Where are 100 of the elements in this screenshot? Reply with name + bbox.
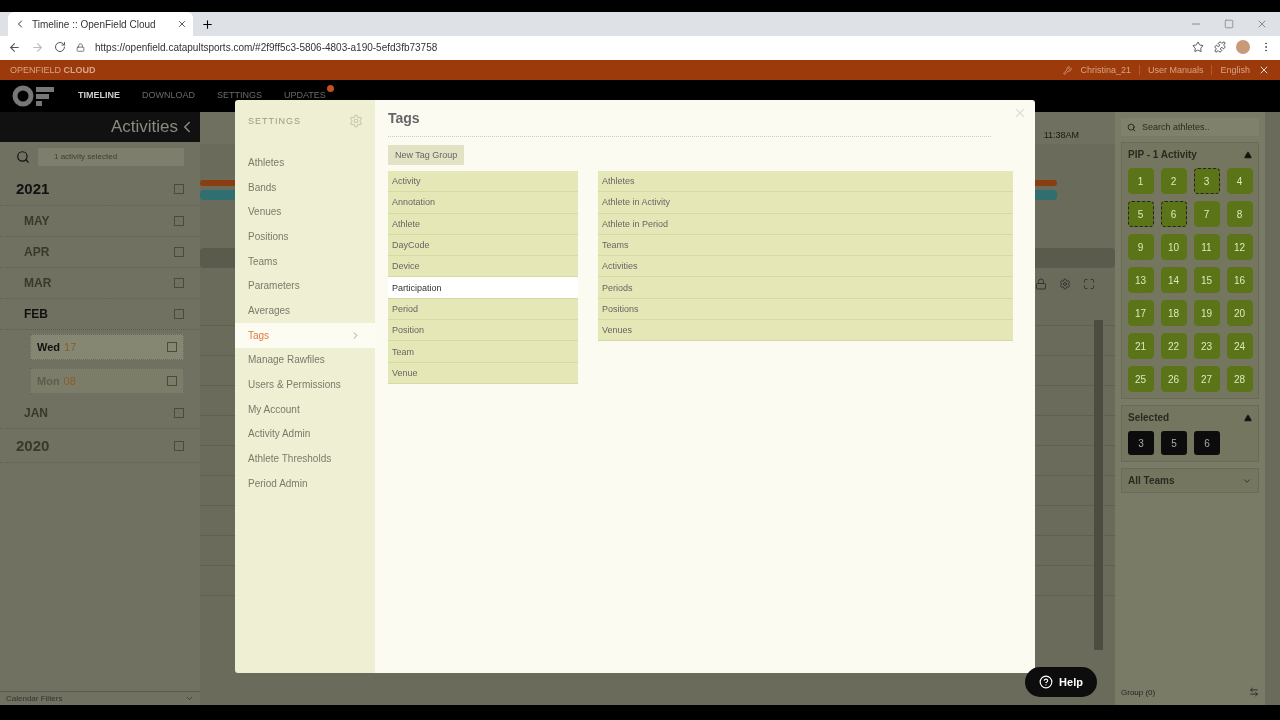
checkbox[interactable] (167, 342, 177, 352)
manuals-link[interactable]: User Manuals (1138, 65, 1212, 75)
language-link[interactable]: English (1211, 65, 1258, 75)
athlete-tile[interactable]: 5 (1127, 201, 1154, 227)
menu-item[interactable]: Users & Permissions (235, 372, 375, 397)
athlete-tile[interactable]: 3 (1193, 168, 1220, 194)
athlete-tile[interactable]: 16 (1226, 267, 1253, 293)
year-label[interactable]: 2021 (16, 180, 50, 197)
menu-item[interactable]: Positions (235, 224, 375, 249)
caret-icon[interactable] (185, 694, 194, 703)
athlete-tile[interactable]: 7 (1193, 201, 1220, 227)
tag-group-item[interactable]: Activity (388, 171, 578, 193)
close-icon[interactable] (1258, 64, 1270, 76)
collapse-icon[interactable] (1244, 413, 1252, 422)
tag-target-item[interactable]: Positions (598, 298, 1013, 321)
checkbox[interactable] (174, 309, 184, 319)
reload-icon[interactable] (54, 41, 66, 53)
expand-icon[interactable] (1083, 278, 1095, 290)
nav-tab[interactable]: DOWNLOAD (142, 85, 203, 101)
collapse-icon[interactable] (1244, 150, 1252, 159)
athlete-tile[interactable]: 25 (1127, 366, 1154, 392)
athlete-tile[interactable]: 2 (1160, 168, 1187, 194)
tag-group-item[interactable]: Period (388, 298, 578, 321)
athlete-tile[interactable]: 21 (1127, 333, 1154, 359)
settings-icon[interactable] (1059, 278, 1071, 290)
tag-group-item[interactable]: Annotation (388, 192, 578, 214)
menu-item[interactable]: Athlete Thresholds (235, 446, 375, 471)
athlete-chip[interactable]: 6 (1194, 431, 1220, 455)
athlete-tile[interactable]: 4 (1226, 168, 1253, 194)
athlete-tile[interactable]: 17 (1127, 300, 1154, 326)
athlete-tile[interactable]: 23 (1193, 333, 1220, 359)
athlete-tile[interactable]: 13 (1127, 267, 1154, 293)
menu-item[interactable]: Tags (235, 322, 375, 348)
menu-item[interactable]: My Account (235, 396, 375, 422)
tag-target-item[interactable]: Periods (598, 277, 1013, 299)
athlete-chip[interactable]: 3 (1128, 431, 1154, 455)
tag-target-item[interactable]: Teams (598, 234, 1013, 257)
tag-group-item[interactable]: Position (388, 320, 578, 342)
athlete-tile[interactable]: 19 (1193, 300, 1220, 326)
browser-tab[interactable]: Timeline :: OpenField Cloud (8, 12, 193, 36)
athlete-tile[interactable]: 27 (1193, 366, 1220, 392)
new-tab-icon[interactable] (201, 18, 214, 31)
new-tag-group-button[interactable]: New Tag Group (388, 145, 465, 165)
athlete-chip[interactable]: 5 (1161, 431, 1187, 455)
menu-item[interactable]: Period Admin (235, 470, 375, 496)
section-header[interactable]: Selected (1128, 412, 1252, 423)
athlete-tile[interactable]: 10 (1160, 234, 1187, 260)
star-icon[interactable] (1192, 41, 1204, 53)
lock-icon[interactable] (1035, 278, 1047, 290)
search-icon[interactable] (1127, 122, 1136, 132)
menu-item[interactable]: Bands (235, 174, 375, 200)
swap-icon[interactable] (1249, 687, 1259, 697)
athlete-tile[interactable]: 24 (1226, 333, 1253, 359)
nav-tab[interactable]: TIMELINE (78, 85, 128, 101)
tag-target-item[interactable]: Activities (598, 256, 1013, 278)
athlete-tile[interactable]: 11 (1193, 234, 1220, 260)
checkbox[interactable] (174, 183, 184, 194)
athlete-tile[interactable]: 18 (1160, 300, 1187, 326)
maximize-icon[interactable] (1224, 19, 1234, 29)
menu-item[interactable]: Averages (235, 298, 375, 323)
athlete-tile[interactable]: 1 (1127, 168, 1154, 194)
search-icon[interactable] (16, 150, 30, 164)
close-icon[interactable] (177, 19, 187, 29)
athlete-tile[interactable]: 20 (1226, 300, 1253, 326)
day-item[interactable]: Wed 17 (30, 334, 184, 360)
tag-target-item[interactable]: Athletes (598, 171, 1013, 193)
tag-target-item[interactable]: Venues (598, 320, 1013, 342)
athlete-tile[interactable]: 26 (1160, 366, 1187, 392)
menu-item[interactable]: Manage Rawfiles (235, 347, 375, 373)
month-label[interactable]: FEB (24, 307, 48, 321)
back-icon[interactable] (8, 40, 21, 54)
nav-tab[interactable]: UPDATES (284, 85, 334, 101)
athlete-tile[interactable]: 22 (1160, 333, 1187, 359)
athlete-tile[interactable]: 9 (1127, 234, 1154, 260)
tag-group-item[interactable]: Venue (388, 362, 578, 384)
athlete-tile[interactable]: 6 (1160, 201, 1187, 227)
forward-icon[interactable] (31, 40, 44, 54)
athlete-tile[interactable]: 14 (1160, 267, 1187, 293)
tag-group-item[interactable]: DayCode (388, 234, 578, 257)
athlete-tile[interactable]: 15 (1193, 267, 1220, 293)
menu-item[interactable]: Activity Admin (235, 421, 375, 447)
athlete-tile[interactable]: 8 (1226, 201, 1253, 227)
avatar-icon[interactable] (1236, 40, 1250, 54)
tag-group-item[interactable]: Athlete (388, 213, 578, 235)
menu-item[interactable]: Parameters (235, 273, 375, 299)
help-button[interactable]: Help (1025, 667, 1097, 697)
nav-tab[interactable]: SETTINGS (217, 85, 271, 101)
tag-group-item[interactable]: Team (388, 341, 578, 363)
menu-item[interactable]: Athletes (235, 150, 375, 175)
menu-item[interactable]: Venues (235, 199, 375, 225)
extensions-icon[interactable] (1214, 41, 1226, 53)
menu-item[interactable]: Teams (235, 248, 375, 274)
section-header[interactable]: PIP - 1 Activity (1128, 149, 1252, 160)
user-link[interactable]: Christina_21 (1072, 65, 1139, 75)
scrollbar[interactable] (1265, 112, 1280, 705)
athlete-tile[interactable]: 12 (1226, 234, 1253, 260)
athlete-tile[interactable]: 28 (1226, 366, 1253, 392)
tag-group-item[interactable]: Participation (388, 277, 578, 299)
tag-target-item[interactable]: Athlete in Activity (598, 192, 1013, 214)
tag-target-item[interactable]: Athlete in Period (598, 213, 1013, 235)
